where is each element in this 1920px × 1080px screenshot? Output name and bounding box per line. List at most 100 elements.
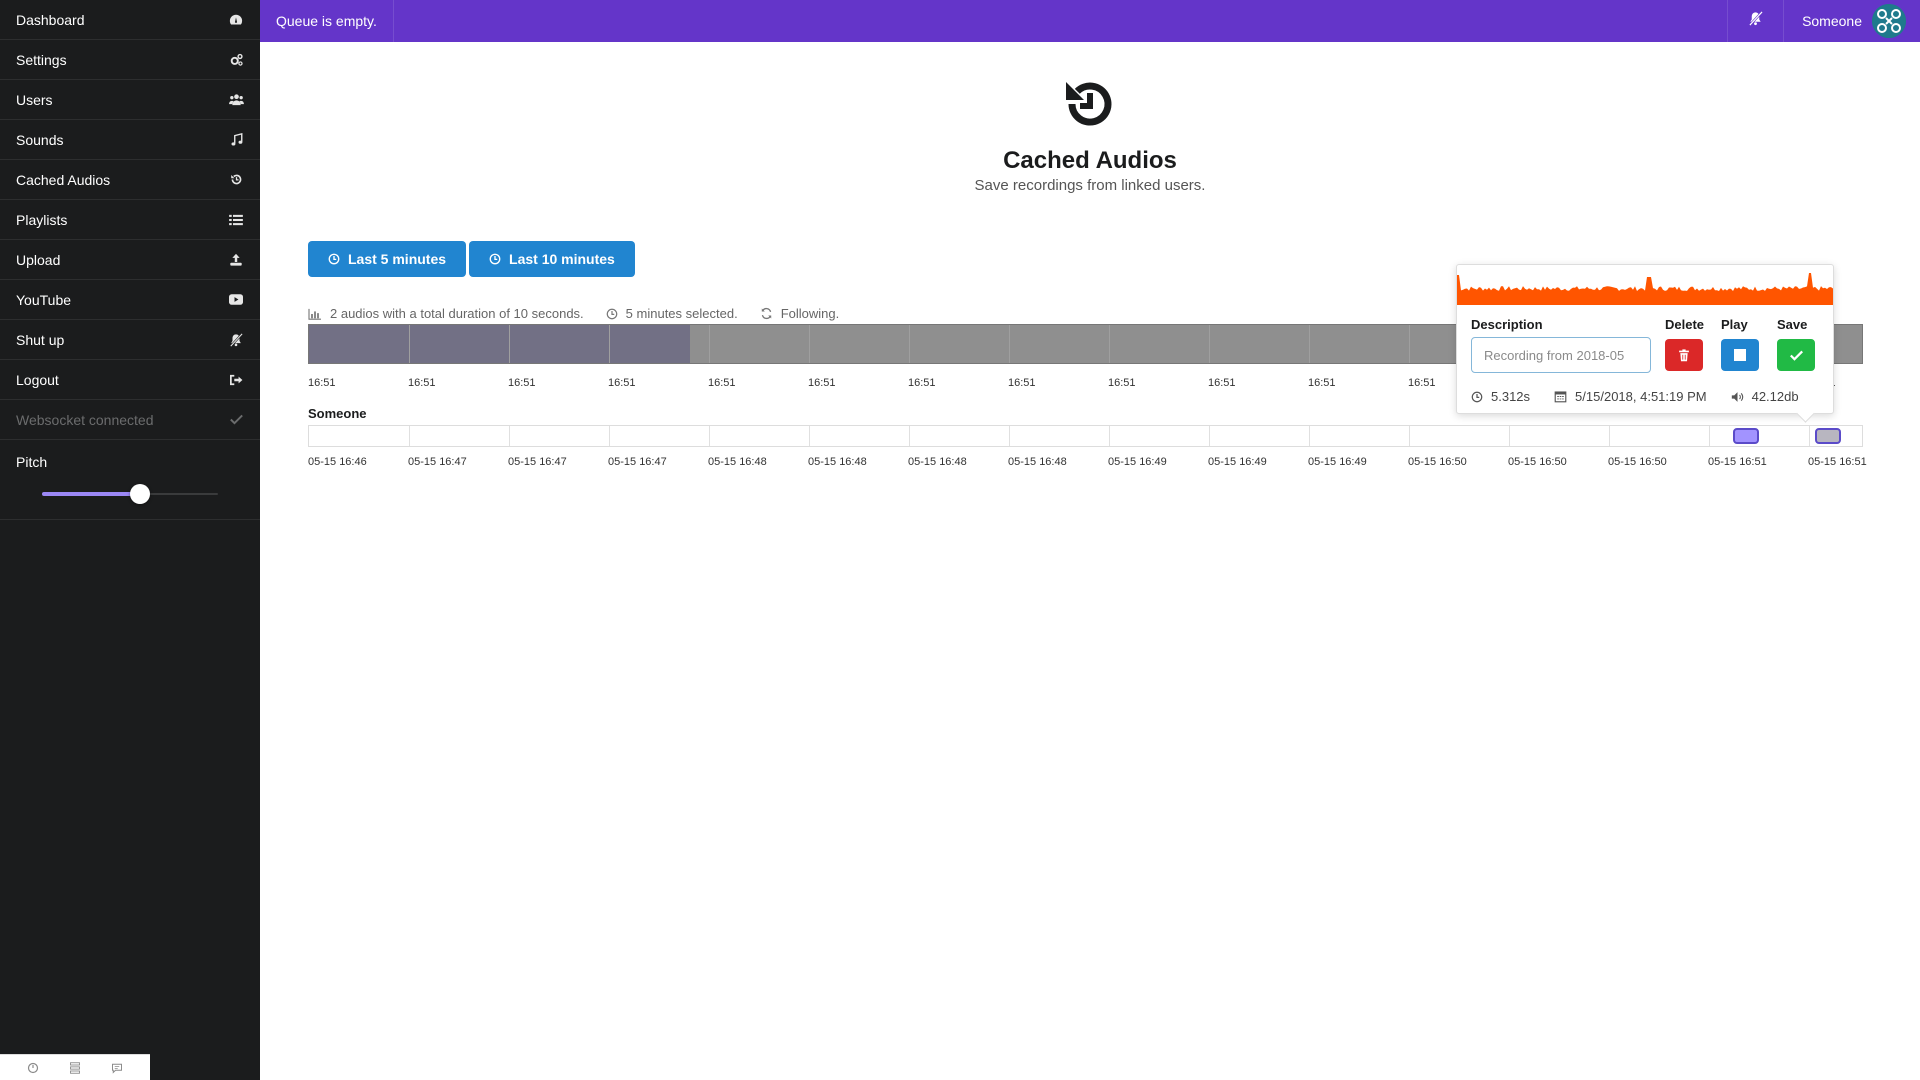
overview-grid-line (609, 325, 610, 363)
timeline-tick-label: 05-15 16:48 (908, 456, 967, 468)
lane-grid-line (409, 426, 410, 446)
waveform[interactable] (1457, 265, 1833, 305)
lane-grid-line (709, 426, 710, 446)
user-timeline-lane[interactable] (308, 425, 1863, 447)
sidebar-item-dashboard[interactable]: Dashboard (0, 0, 260, 40)
overview-tick-label: 16:51 (1308, 377, 1336, 389)
page-title: Cached Audios (1003, 147, 1177, 174)
save-button[interactable] (1777, 339, 1815, 371)
save-label: Save (1777, 317, 1808, 332)
sidebar-item-cached-audios[interactable]: Cached Audios (0, 160, 260, 200)
overview-tick-label: 16:51 (308, 377, 336, 389)
overview-tick-label: 16:51 (708, 377, 736, 389)
check-icon (1789, 350, 1803, 361)
overview-grid-line (1409, 325, 1410, 363)
list-icon (228, 212, 244, 228)
bell-slash-icon (1748, 11, 1764, 31)
overview-grid-line (709, 325, 710, 363)
sidebar-item-upload[interactable]: Upload (0, 240, 260, 280)
audio-clip-selected[interactable] (1815, 428, 1841, 444)
lane-grid-line (1809, 426, 1810, 446)
websocket-status-label: Websocket connected (16, 411, 154, 428)
last-10-minutes-button[interactable]: Last 10 minutes (469, 241, 635, 277)
sidebar-item-label: Logout (16, 371, 59, 388)
lane-grid-line (1709, 426, 1710, 446)
lane-grid-line (1109, 426, 1110, 446)
overview-grid-line (1209, 325, 1210, 363)
music-icon (228, 132, 244, 148)
stats-following[interactable]: Following. (760, 306, 839, 321)
audio-date: 5/15/2018, 4:51:19 PM (1554, 389, 1707, 404)
check-icon (228, 412, 244, 428)
history-icon (1058, 72, 1122, 136)
last-5-minutes-button[interactable]: Last 5 minutes (308, 241, 467, 277)
user-menu[interactable]: Someone (1783, 0, 1920, 42)
timeline-tick-label: 05-15 16:47 (508, 456, 567, 468)
clock-icon (328, 253, 340, 265)
lane-grid-line (1409, 426, 1410, 446)
sidebar-item-label: Sounds (16, 131, 64, 148)
pitch-slider-thumb[interactable] (130, 484, 150, 504)
sitemap-icon[interactable] (69, 1061, 81, 1074)
overview-grid-line (509, 325, 510, 363)
user-name: Someone (1802, 13, 1862, 29)
trash-icon (1679, 348, 1689, 361)
lane-grid-line (1609, 426, 1610, 446)
sidebar-item-label: Upload (16, 251, 61, 268)
history-icon (228, 172, 244, 188)
audio-clip[interactable] (1733, 428, 1759, 444)
page-header: Cached Audios Save recordings from linke… (260, 72, 1920, 194)
timeline-tick-label: 05-15 16:50 (1508, 456, 1567, 468)
comment-icon[interactable] (111, 1062, 123, 1074)
mute-button[interactable] (1727, 0, 1783, 42)
delete-button[interactable] (1665, 339, 1703, 371)
stop-button[interactable] (1721, 339, 1759, 371)
sidebar-item-youtube[interactable]: YouTube (0, 280, 260, 320)
calendar-icon (1554, 391, 1567, 403)
lane-grid-line (1309, 426, 1310, 446)
sidebar-item-label: Users (16, 91, 53, 108)
sidebar-item-logout[interactable]: Logout (0, 360, 260, 400)
description-input[interactable] (1471, 337, 1651, 373)
audio-date-value: 5/15/2018, 4:51:19 PM (1575, 389, 1707, 404)
overview-tick-label: 16:51 (1408, 377, 1436, 389)
youtube-icon (228, 292, 244, 308)
clock-icon (489, 253, 501, 265)
overview-grid-line (809, 325, 810, 363)
button-label: Last 10 minutes (509, 251, 615, 267)
audio-meta: 5.312s 5/15/2018, 4:51:19 PM 42.12db (1471, 389, 1819, 404)
overview-selection[interactable] (309, 325, 690, 363)
pitch-slider[interactable] (26, 484, 234, 504)
timeline-tick-label: 05-15 16:48 (1008, 456, 1067, 468)
sidebar-item-sounds[interactable]: Sounds (0, 120, 260, 160)
lane-grid-line (1009, 426, 1010, 446)
clock-icon (606, 308, 617, 319)
sidebar-item-shut-up[interactable]: Shut up (0, 320, 260, 360)
timer-icon[interactable] (27, 1062, 39, 1074)
overview-grid-line (1109, 325, 1110, 363)
sidebar-item-label: Settings (16, 51, 67, 68)
lane-user-label: Someone (308, 406, 367, 421)
audio-volume: 42.12db (1731, 389, 1799, 404)
sidebar: Dashboard Settings Users Sounds Cached A… (0, 0, 260, 1080)
stats-summary: 2 audios with a total duration of 10 sec… (308, 306, 584, 321)
pitch-control: Pitch (0, 440, 260, 520)
lane-grid-line (509, 426, 510, 446)
sidebar-item-users[interactable]: Users (0, 80, 260, 120)
gears-icon (228, 52, 244, 68)
main-content: Cached Audios Save recordings from linke… (260, 42, 1920, 1080)
volume-icon (1731, 391, 1743, 402)
overview-grid-line (1309, 325, 1310, 363)
sidebar-item-playlists[interactable]: Playlists (0, 200, 260, 240)
timeline-tick-label: 05-15 16:48 (708, 456, 767, 468)
button-label: Last 5 minutes (348, 251, 447, 267)
overview-tick-label: 16:51 (908, 377, 936, 389)
audio-duration: 5.312s (1471, 389, 1530, 404)
play-label: Play (1721, 317, 1748, 332)
bottom-toolbar (0, 1054, 150, 1080)
sidebar-item-label: Playlists (16, 211, 68, 228)
sign-out-icon (228, 372, 244, 388)
stats-bar: 2 audios with a total duration of 10 sec… (308, 306, 839, 321)
sidebar-item-settings[interactable]: Settings (0, 40, 260, 80)
upload-icon (228, 252, 244, 268)
